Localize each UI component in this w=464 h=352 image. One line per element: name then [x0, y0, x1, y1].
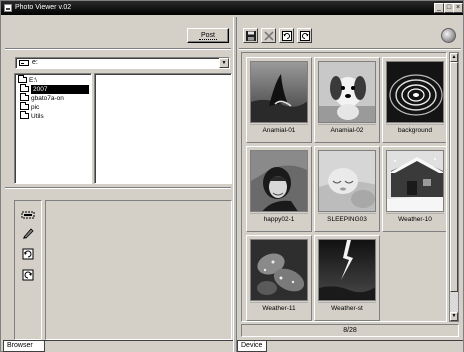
thumbnail-label: SLEEPING03	[327, 216, 367, 223]
divider	[250, 302, 308, 303]
divider	[5, 48, 231, 50]
tree-item-label: gbato7a-on	[31, 95, 64, 102]
close-button[interactable]: ×	[453, 3, 463, 13]
divider	[318, 213, 376, 214]
scroll-up-icon[interactable]: ▲	[450, 53, 458, 62]
thumbnail[interactable]: Anamial-02	[314, 57, 380, 143]
thumbnail-label: Weather-10	[398, 216, 432, 223]
open-folder-icon	[18, 75, 27, 84]
rotate-left-icon	[282, 31, 292, 41]
rotate-right-button[interactable]	[297, 28, 312, 43]
thumbnail-image	[386, 150, 444, 212]
save-button[interactable]	[243, 28, 258, 43]
thumbnail-label: Weather-11	[262, 305, 296, 312]
drive-select-value: e:	[32, 59, 38, 66]
divider	[239, 48, 461, 50]
folder-icon	[20, 111, 29, 120]
thumbnail-image	[318, 239, 376, 301]
divider	[5, 187, 231, 189]
thumbnail[interactable]: Weather-11	[246, 235, 312, 321]
rotate-left-icon[interactable]	[21, 248, 35, 260]
thumbnail[interactable]: background	[382, 57, 446, 143]
delete-button[interactable]	[261, 28, 276, 43]
title-bar[interactable]: Photo Viewer v.02 _ □ ×	[1, 1, 463, 15]
thumbnail-image	[318, 150, 376, 212]
minimize-button[interactable]: _	[434, 3, 444, 13]
rotate-right-icon[interactable]	[21, 269, 35, 281]
tool-column	[14, 200, 42, 340]
tree-item-2007[interactable]: 2007	[20, 84, 89, 94]
preview-panel	[45, 200, 232, 340]
file-list[interactable]	[94, 73, 232, 184]
thumbnail-image	[250, 239, 308, 301]
thumbnail-label: Anamial-02	[330, 127, 364, 134]
thumbnail[interactable]: Weather-st	[314, 235, 380, 321]
folder-icon	[20, 93, 29, 102]
tab-strip	[237, 340, 463, 341]
scrollbar-thumb[interactable]	[450, 62, 458, 292]
tree-item-label: Utils	[31, 113, 44, 120]
thumbnail-label: background	[398, 127, 432, 134]
thumbnail-label: Anamial-01	[262, 127, 296, 134]
tree-item-utils[interactable]: Utils	[20, 111, 44, 121]
tab-device[interactable]: Device	[237, 341, 267, 352]
app-window: Photo Viewer v.02 _ □ × Post e: ▼ E:\ 20…	[0, 0, 464, 352]
thumbnail[interactable]: happy02-1	[246, 146, 312, 232]
tree-item-gbato7a-on[interactable]: gbato7a-on	[20, 93, 64, 103]
tab-browser[interactable]: Browser	[3, 341, 45, 352]
thumbnail[interactable]: SLEEPING03	[314, 146, 380, 232]
frame-icon[interactable]	[21, 209, 35, 221]
folder-icon	[20, 102, 29, 111]
folder-icon	[20, 84, 29, 93]
app-icon	[4, 4, 12, 12]
tree-item-label: 2007	[31, 85, 89, 94]
divider	[318, 124, 376, 125]
thumbnail-label: Weather-st	[331, 305, 363, 312]
vertical-scrollbar[interactable]: ▲ ▼	[449, 52, 459, 322]
thumbnail-grid[interactable]: Anamial-01 Anamial-02 background happy02…	[241, 52, 447, 322]
chevron-down-icon[interactable]: ▼	[219, 58, 229, 68]
divider	[250, 124, 308, 125]
post-button-label: Post	[198, 32, 217, 40]
thumbnail-label: happy02-1	[263, 216, 295, 223]
folder-tree[interactable]: E:\ 2007 gbato7a-on pic Utils	[14, 73, 92, 184]
device-pane: Anamial-01 Anamial-02 background happy02…	[237, 17, 463, 352]
thumbnail-image	[318, 61, 376, 123]
tree-item-label: E:\	[29, 77, 37, 84]
delete-icon	[264, 31, 274, 41]
rotate-left-button[interactable]	[279, 28, 294, 43]
divider	[386, 124, 444, 125]
divider	[386, 213, 444, 214]
browser-pane: Post e: ▼ E:\ 2007 gbato7a-on pic Utils	[3, 17, 233, 352]
window-title: Photo Viewer v.02	[15, 4, 72, 11]
rotate-right-icon	[300, 31, 310, 41]
tree-item-label: pic	[31, 104, 40, 111]
post-button[interactable]: Post	[187, 28, 229, 43]
drive-select[interactable]: e: ▼	[15, 57, 230, 69]
divider	[318, 302, 376, 303]
thumbnail[interactable]: Weather-10	[382, 146, 446, 232]
pencil-icon[interactable]	[21, 227, 35, 239]
drive-icon	[19, 60, 29, 66]
thumbnail-image	[250, 61, 308, 123]
page-counter: 8/28	[241, 324, 459, 337]
divider	[250, 213, 308, 214]
thumbnail[interactable]: Anamial-01	[246, 57, 312, 143]
scroll-down-icon[interactable]: ▼	[450, 312, 458, 321]
save-icon	[246, 31, 256, 41]
globe-icon[interactable]	[441, 28, 456, 43]
thumbnail-image	[386, 61, 444, 123]
thumbnail-image	[250, 150, 308, 212]
